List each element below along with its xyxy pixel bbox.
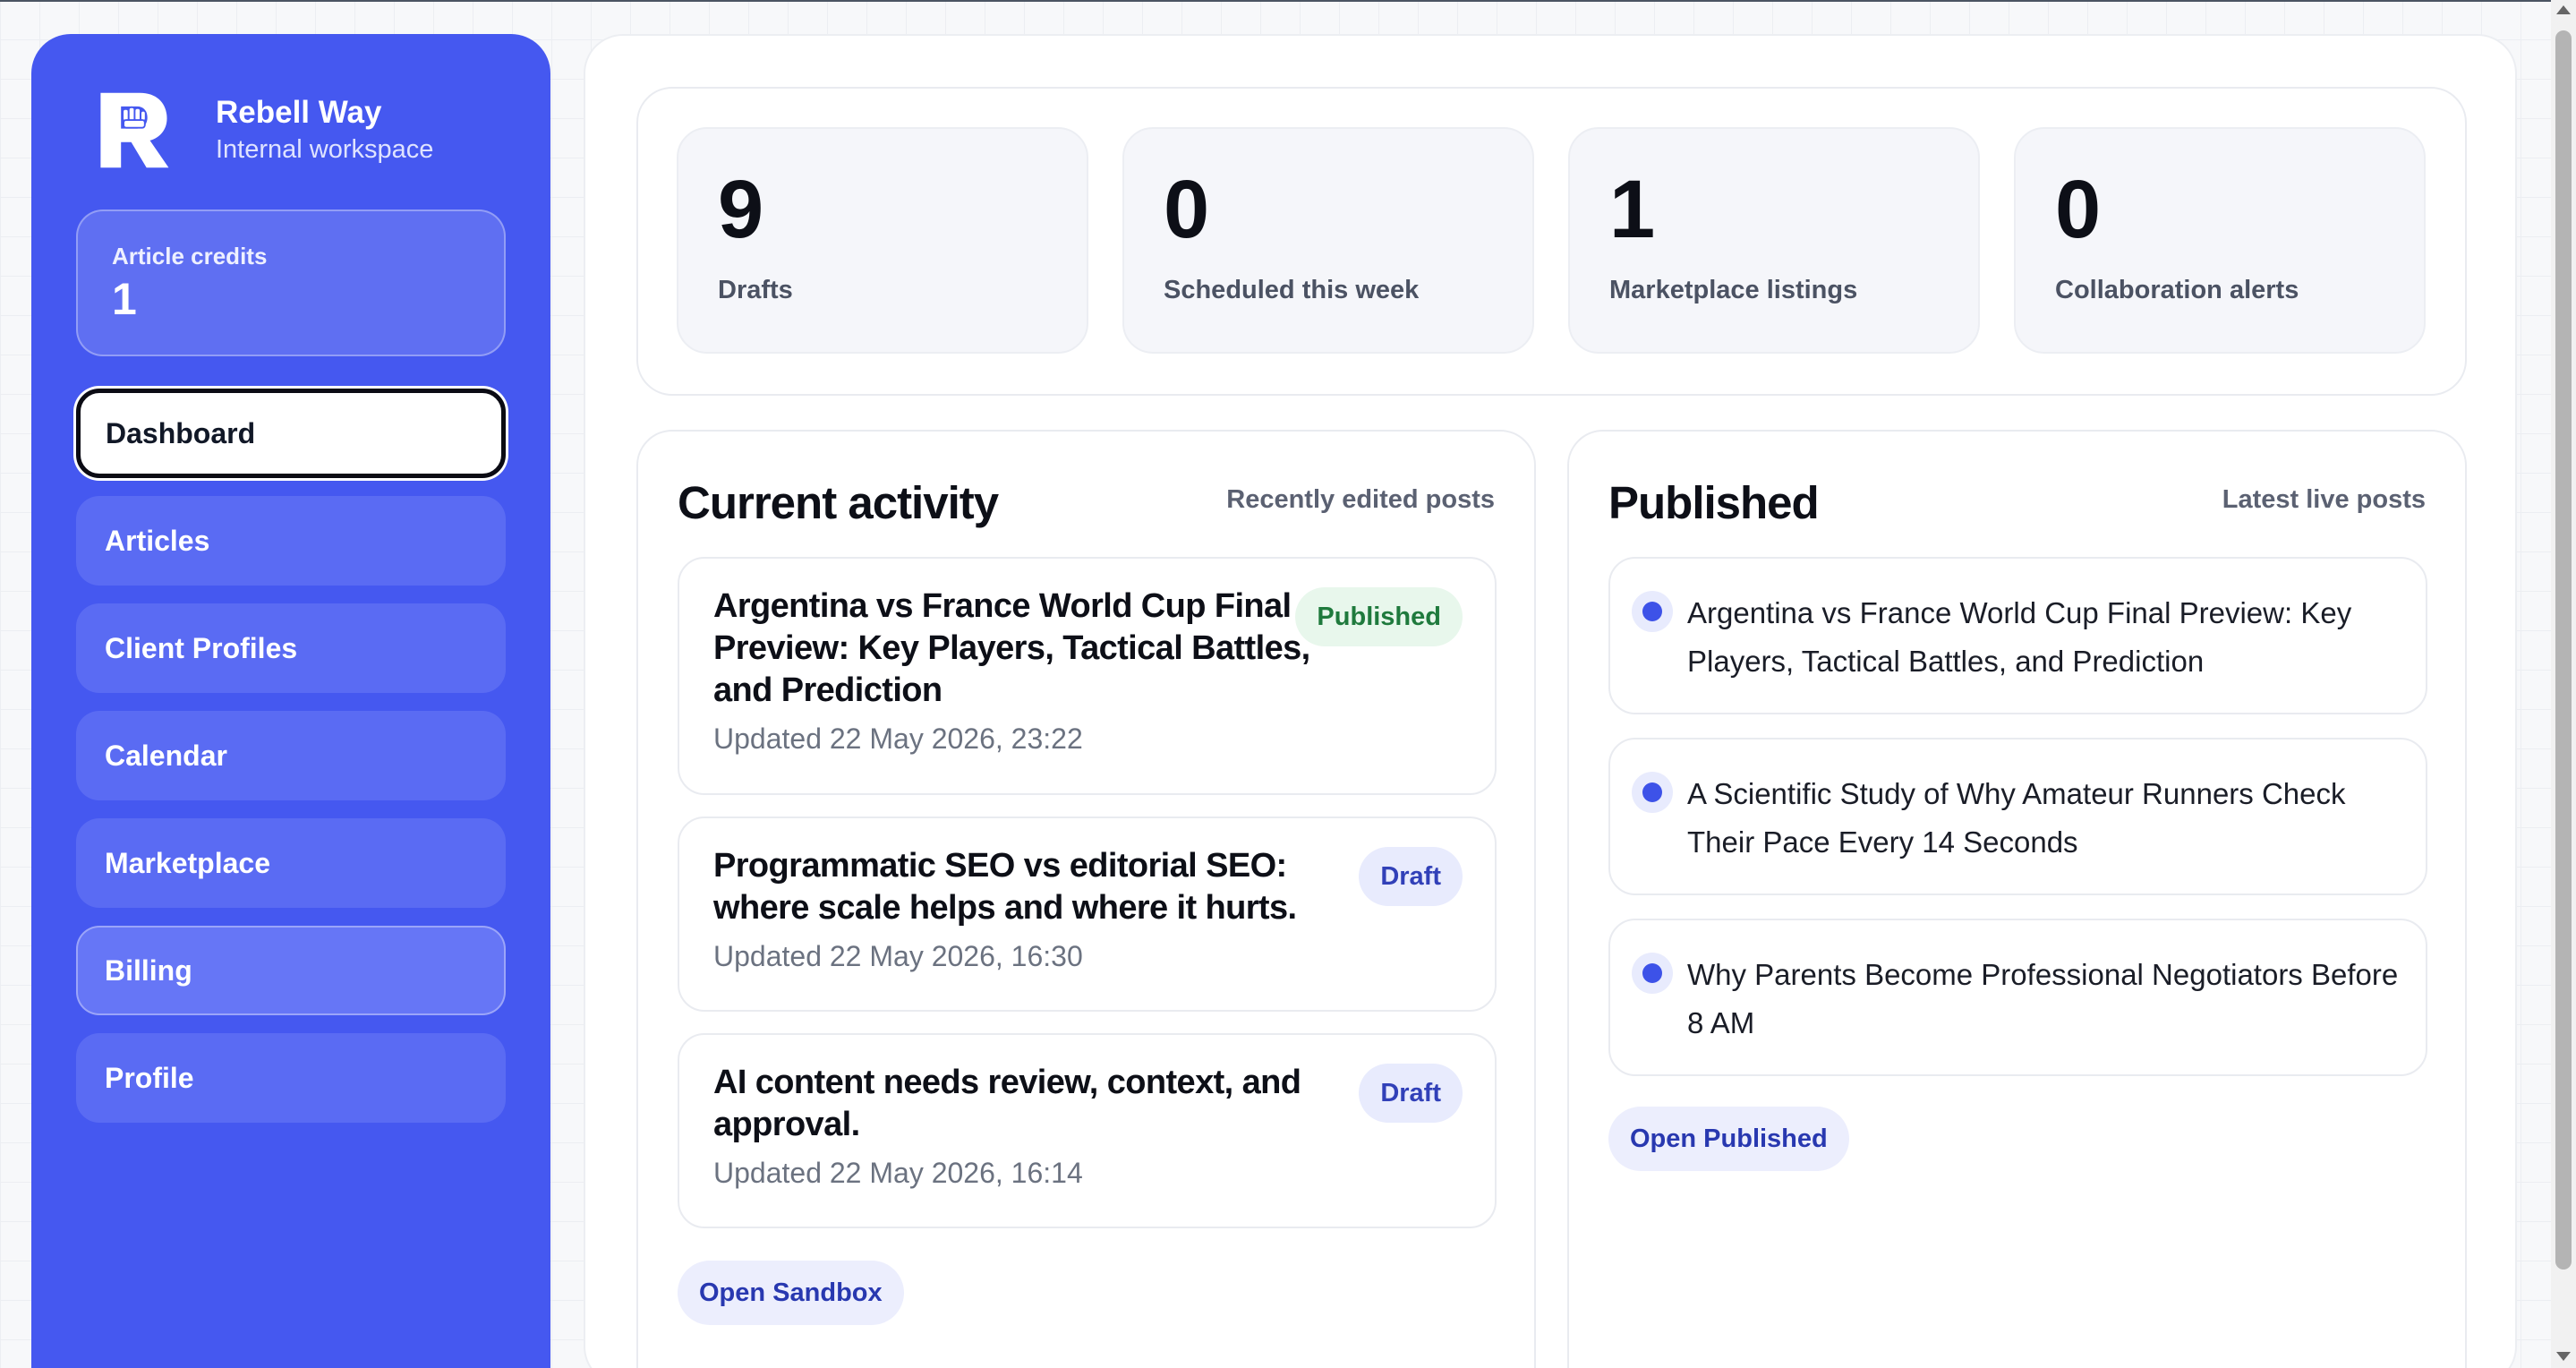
stat-value: 1 [1609, 164, 1656, 255]
activity-post-card[interactable]: Programmatic SEO vs editorial SEO: where… [678, 817, 1497, 1012]
published-post-item[interactable]: Argentina vs France World Cup Final Prev… [1608, 557, 2427, 714]
post-updated: Updated 22 May 2026, 23:22 [713, 722, 1083, 755]
panel-subtitle: Recently edited posts [1226, 485, 1495, 514]
published-post-title: Argentina vs France World Cup Final Prev… [1687, 596, 2352, 678]
post-updated: Updated 22 May 2026, 16:14 [713, 1157, 1083, 1189]
sidebar-item-profile[interactable]: Profile [76, 1033, 506, 1123]
sidebar-item-calendar[interactable]: Calendar [76, 711, 506, 800]
stats-panel: 9 Drafts 0 Scheduled this week 1 Marketp… [636, 87, 2467, 396]
brand[interactable]: Rebell Way Internal workspace [90, 88, 433, 173]
stat-value: 9 [718, 164, 764, 255]
sidebar-item-billing[interactable]: Billing [76, 926, 506, 1015]
published-post-item[interactable]: Why Parents Become Professional Negotiat… [1608, 919, 2427, 1076]
status-dot-icon [1632, 772, 1673, 813]
sidebar: Rebell Way Internal workspace Article cr… [31, 34, 550, 1368]
stat-label: Collaboration alerts [2055, 276, 2299, 304]
status-badge: Published [1295, 587, 1463, 646]
published-post-item[interactable]: A Scientific Study of Why Amateur Runner… [1608, 738, 2427, 895]
post-updated: Updated 22 May 2026, 16:30 [713, 940, 1083, 972]
credits-label: Article credits [112, 243, 268, 269]
stat-label: Scheduled this week [1164, 276, 1420, 304]
page-scrollbar[interactable] [2551, 0, 2576, 1368]
current-activity-panel: Current activity Recently edited posts A… [636, 430, 1536, 1368]
scroll-down-arrow-icon[interactable] [2556, 1352, 2571, 1361]
sidebar-item-articles[interactable]: Articles [76, 496, 506, 586]
sidebar-nav: Dashboard Articles Client Profiles Calen… [76, 389, 506, 1141]
stat-value: 0 [2055, 164, 2102, 255]
post-title: Programmatic SEO vs editorial SEO: where… [713, 847, 1297, 927]
published-panel: Published Latest live posts Argentina vs… [1567, 430, 2467, 1368]
scroll-thumb[interactable] [2555, 30, 2572, 1270]
stat-card-drafts: 9 Drafts [677, 127, 1088, 354]
panel-title: Published [1608, 477, 1820, 528]
stat-card-collaboration-alerts: 0 Collaboration alerts [2014, 127, 2426, 354]
credits-value: 1 [112, 274, 137, 324]
sidebar-item-client-profiles[interactable]: Client Profiles [76, 603, 506, 693]
main-content: 9 Drafts 0 Scheduled this week 1 Marketp… [584, 34, 2517, 1368]
window-top-border [0, 0, 2576, 2]
stat-label: Marketplace listings [1609, 276, 1858, 304]
stat-value: 0 [1164, 164, 1210, 255]
activity-post-card[interactable]: AI content needs review, context, and ap… [678, 1033, 1497, 1228]
brand-name: Rebell Way [216, 94, 382, 130]
scroll-up-arrow-icon[interactable] [2556, 5, 2571, 14]
panel-subtitle: Latest live posts [2222, 485, 2426, 514]
open-published-button[interactable]: Open Published [1608, 1107, 1849, 1171]
published-post-title: Why Parents Become Professional Negotiat… [1687, 958, 2399, 1039]
published-post-title: A Scientific Study of Why Amateur Runner… [1687, 777, 2346, 859]
open-sandbox-button[interactable]: Open Sandbox [678, 1261, 904, 1325]
panel-title: Current activity [678, 477, 999, 528]
sidebar-item-marketplace[interactable]: Marketplace [76, 818, 506, 908]
activity-post-card[interactable]: Argentina vs France World Cup Final Prev… [678, 557, 1497, 795]
sidebar-item-dashboard[interactable]: Dashboard [76, 389, 506, 478]
stat-card-scheduled: 0 Scheduled this week [1122, 127, 1534, 354]
status-badge: Draft [1359, 847, 1463, 906]
article-credits-card: Article credits 1 [76, 209, 506, 356]
post-title: Argentina vs France World Cup Final Prev… [713, 587, 1310, 709]
status-badge: Draft [1359, 1064, 1463, 1123]
stat-label: Drafts [718, 276, 793, 304]
status-dot-icon [1632, 591, 1673, 632]
status-dot-icon [1632, 953, 1673, 994]
rebell-way-logo-icon [100, 92, 169, 168]
stat-card-marketplace-listings: 1 Marketplace listings [1568, 127, 1980, 354]
post-title: AI content needs review, context, and ap… [713, 1064, 1301, 1143]
brand-subtitle: Internal workspace [216, 134, 434, 164]
